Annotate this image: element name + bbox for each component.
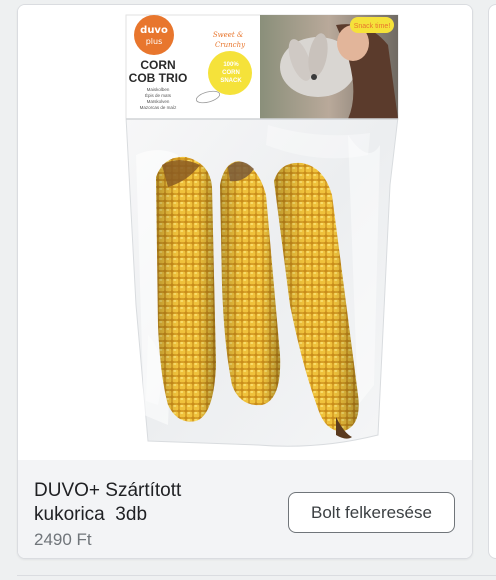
corn-cob-left — [156, 156, 216, 422]
translation-3: Maïskolven — [147, 99, 170, 104]
translation-4: Mazorcas de maíz — [140, 105, 178, 110]
package-name-line1: CORN — [140, 58, 175, 72]
sticker-line3: SNACK — [220, 78, 242, 84]
shopping-results-page: Snack time! duvo plus CORN COB TRIO Mais… — [0, 0, 496, 580]
product-title-line2: kukorica 3db — [34, 504, 148, 525]
brand-logo-bottom: plus — [146, 37, 163, 46]
corn-cob-package-illustration: Snack time! duvo plus CORN COB TRIO Mais… — [125, 14, 399, 447]
product-price: 2490 Ft — [34, 530, 92, 549]
tagline-line2: Crunchy — [215, 41, 246, 49]
translation-1: Maiskolben — [147, 87, 170, 92]
translation-2: Épis de maïs — [145, 92, 172, 98]
product-title-line1: DUVO+ Szártított — [34, 480, 182, 501]
badge-text: Snack time! — [354, 23, 391, 30]
product-image[interactable]: Snack time! duvo plus CORN COB TRIO Mais… — [18, 5, 472, 460]
product-info: DUVO+ Szártított kukorica 3db 2490 Ft Bo… — [18, 460, 472, 558]
brand-logo-top: duvo — [140, 25, 168, 36]
sticker-line2: CORN — [222, 70, 240, 76]
package-name-line2: COB TRIO — [129, 71, 188, 85]
tagline-line1: Sweet & — [213, 31, 243, 39]
sticker-line1: 100% — [223, 62, 239, 68]
product-title[interactable]: DUVO+ Szártított kukorica 3db — [34, 479, 284, 527]
divider — [17, 575, 496, 576]
product-card[interactable]: Snack time! duvo plus CORN COB TRIO Mais… — [17, 4, 473, 559]
next-product-card-edge[interactable] — [488, 4, 496, 559]
visit-store-button[interactable]: Bolt felkeresése — [288, 492, 455, 533]
